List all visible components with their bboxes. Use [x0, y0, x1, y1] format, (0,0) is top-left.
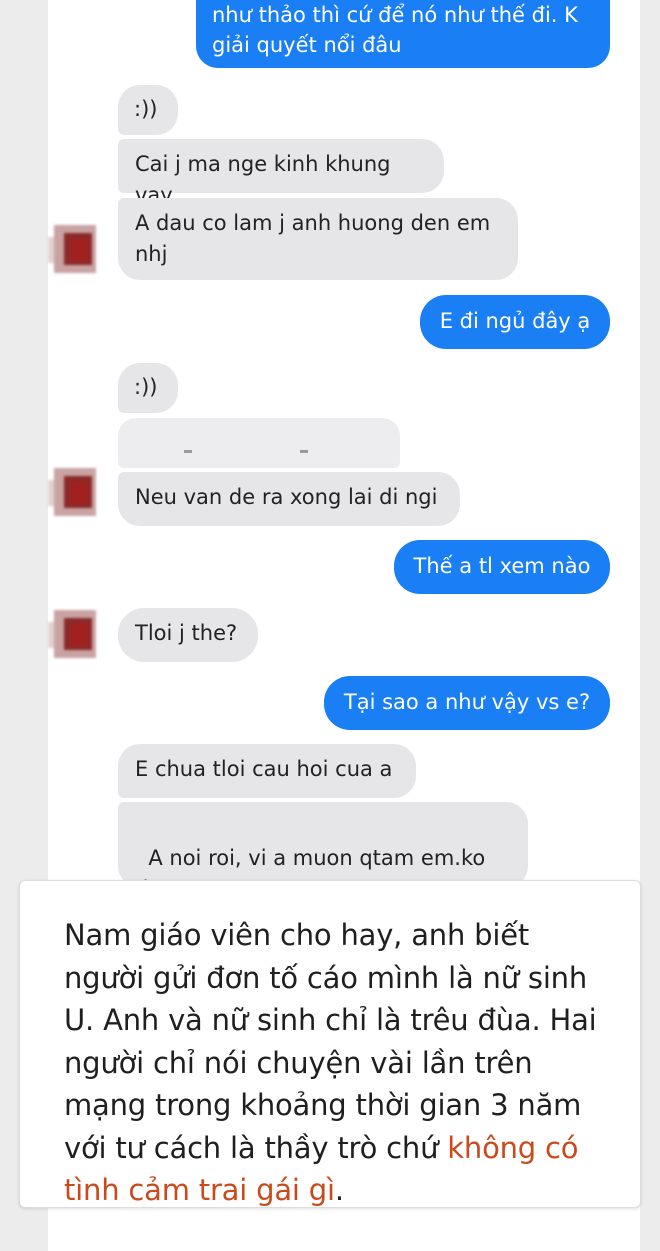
message-incoming[interactable]: Cai j ma nge kinh khung vay	[118, 139, 444, 207]
message-incoming[interactable]: Neu van de ra xong lai di ngi	[118, 472, 460, 526]
footer-separator: |	[321, 1217, 326, 1232]
message-outgoing[interactable]: E đi ngủ đây ạ	[420, 295, 610, 349]
contact-avatar[interactable]	[48, 219, 102, 285]
contact-avatar[interactable]	[48, 604, 102, 670]
footer-source: @Soha.vn	[257, 1217, 318, 1232]
message-incoming[interactable]: :))	[118, 363, 178, 413]
caption-text: Nam giáo viên cho hay, anh biết người gử…	[64, 914, 604, 1212]
contact-avatar[interactable]	[48, 462, 102, 528]
message-outgoing[interactable]: như thảo thì cứ để nó như thế đi. K giải…	[196, 0, 610, 68]
message-outgoing[interactable]: Tại sao a như vậy vs e?	[324, 676, 610, 730]
message-outgoing[interactable]: Thế a tl xem nào	[394, 540, 610, 594]
footer-section: Photo Story	[329, 1217, 403, 1232]
message-incoming[interactable]: A noi roi, vi a muon qtam em.ko dc a?	[118, 802, 528, 932]
message-incoming[interactable]: A dau co lam j anh huong den em nhj	[118, 198, 518, 280]
message-incoming[interactable]: Tloi j the?	[118, 608, 258, 662]
redacted-message	[118, 418, 400, 468]
footer-credit: @Soha.vn | Photo Story	[0, 1217, 660, 1232]
caption-end: .	[334, 1173, 344, 1207]
caption-card: Nam giáo viên cho hay, anh biết người gử…	[19, 880, 641, 1208]
caption-body: Nam giáo viên cho hay, anh biết người gử…	[64, 918, 597, 1165]
message-incoming[interactable]: :))	[118, 85, 178, 135]
message-incoming[interactable]: E chua tloi cau hoi cua a	[118, 744, 416, 798]
